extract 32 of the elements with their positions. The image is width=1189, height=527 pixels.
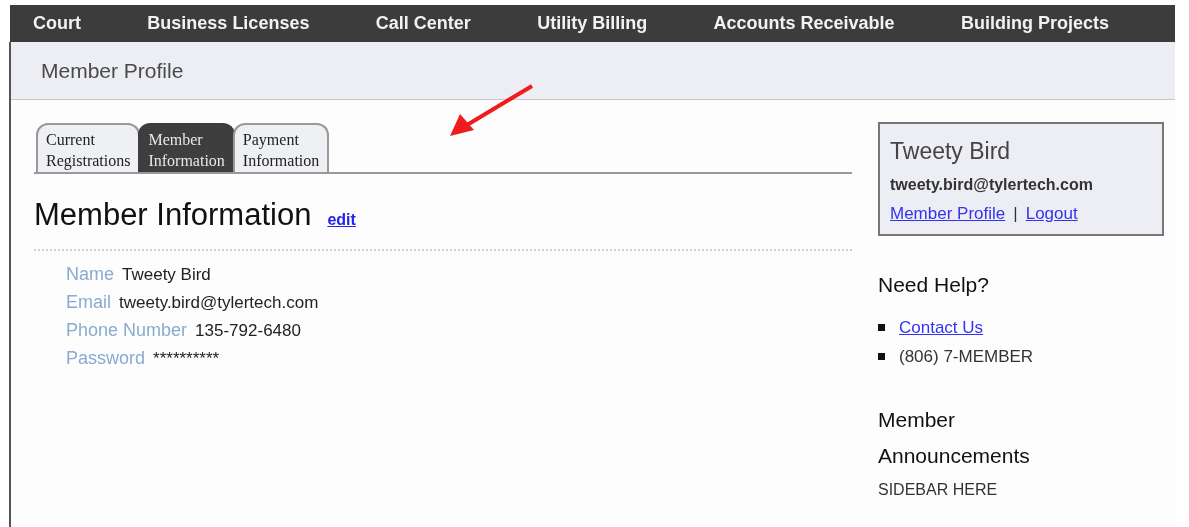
announcements-text: SIDEBAR HERE — [878, 479, 999, 500]
member-profile-link[interactable]: Member Profile — [890, 200, 1006, 226]
page-title: Member Profile — [41, 57, 184, 84]
bullet-icon — [878, 353, 885, 361]
bullet-icon — [878, 323, 885, 331]
account-email: tweety.bird@tylertech.com — [890, 174, 1094, 195]
tab[interactable]: Payment Information — [232, 123, 330, 172]
nav-link[interactable]: Court — [33, 10, 81, 37]
help-heading: Need Help? — [878, 272, 990, 298]
account-name: Tweety Bird — [890, 137, 1012, 166]
announcements-heading: Member Announcements — [878, 406, 1031, 469]
link-separator: | — [1013, 202, 1018, 225]
edit-link[interactable]: edit — [327, 208, 356, 232]
nav-link[interactable]: Accounts Receivable — [713, 10, 895, 37]
field-label: Email — [66, 290, 111, 314]
section-title: Member Information — [34, 196, 312, 234]
field-label: Password — [66, 346, 146, 370]
field-label: Phone Number — [66, 318, 188, 342]
nav-link[interactable]: Business Licenses — [147, 10, 310, 37]
logout-link[interactable]: Logout — [1025, 200, 1078, 226]
nav-link[interactable]: Utility Billing — [537, 10, 648, 37]
field-value: ********** — [153, 347, 220, 370]
nav-link[interactable]: Call Center — [375, 10, 471, 37]
field-value: tweety.bird@tylertech.com — [119, 291, 319, 314]
field-value: Tweety Bird — [122, 263, 211, 286]
contact-link[interactable]: Contact Us — [899, 314, 984, 340]
field-value: 135-792-6480 — [195, 319, 301, 342]
tab[interactable]: Current Registrations — [36, 123, 141, 172]
tab[interactable]: Member Information — [138, 123, 235, 172]
help-phone: (806) 7-MEMBER — [899, 346, 1034, 368]
nav-link[interactable]: Building Projects — [960, 10, 1109, 37]
field-label: Name — [66, 262, 114, 286]
